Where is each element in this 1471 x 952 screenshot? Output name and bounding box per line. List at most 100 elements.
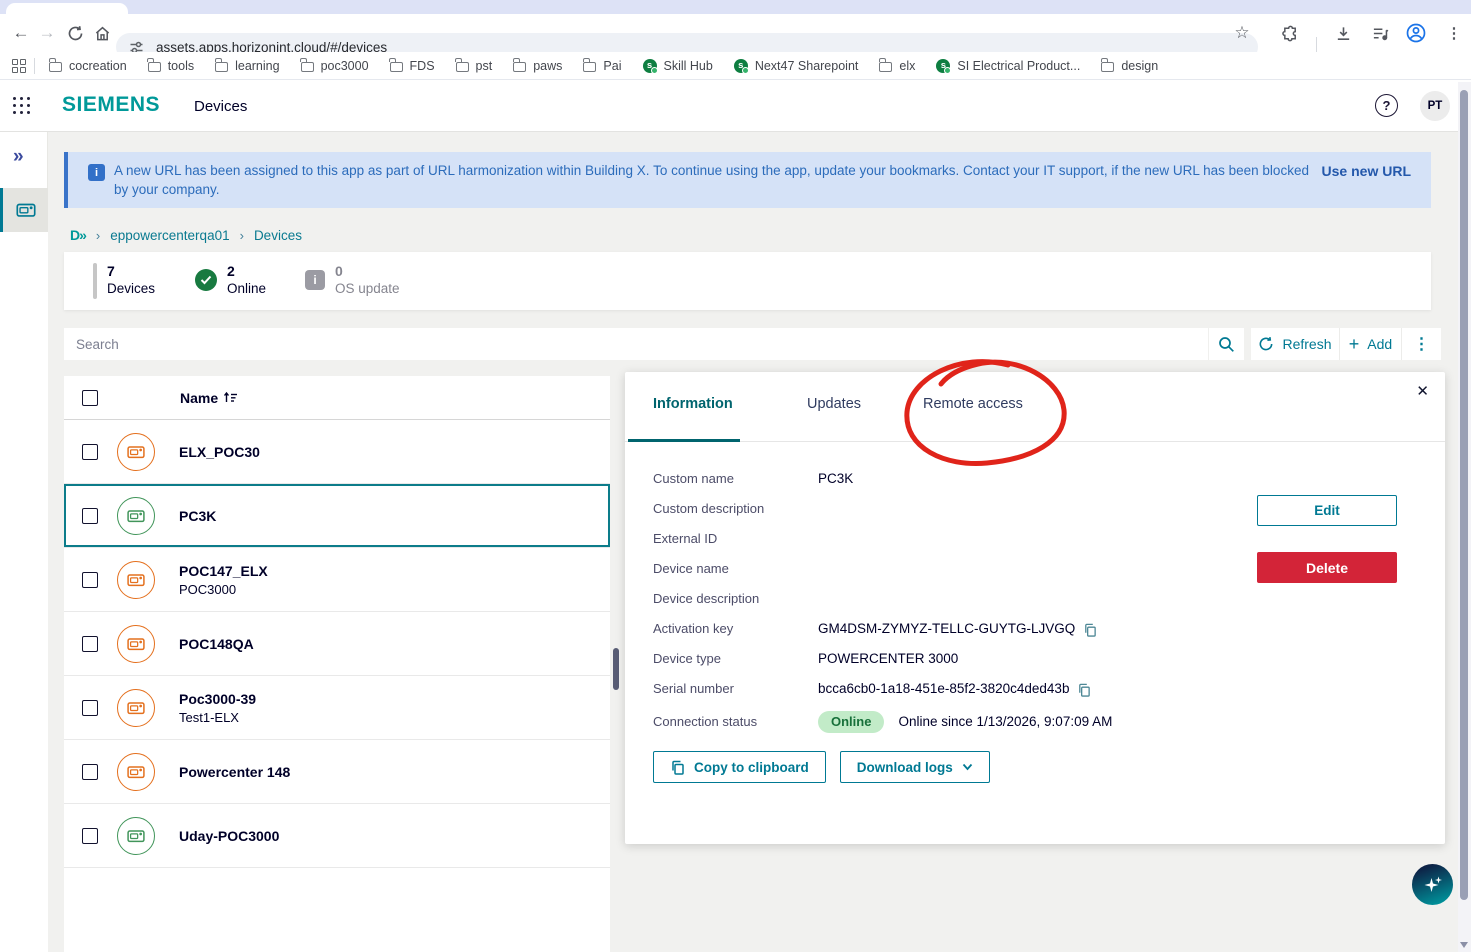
more-options-icon[interactable]: ⋮	[1401, 328, 1441, 360]
bookmark-item[interactable]: pst	[456, 59, 493, 73]
tab-remote-access[interactable]: Remote access	[923, 396, 1023, 412]
row-checkbox[interactable]	[82, 636, 98, 652]
bookmark-label: Next47 Sharepoint	[755, 59, 859, 73]
bookmark-item[interactable]: paws	[513, 59, 562, 73]
bookmark-item[interactable]: design	[1101, 59, 1158, 73]
bookmark-label: elx	[899, 59, 915, 73]
stat-os-update: i 0 OS update	[305, 263, 400, 298]
bookmark-item[interactable]: sSkill Hub	[643, 59, 713, 73]
stat-bar-icon	[93, 263, 97, 299]
bookmark-item[interactable]: elx	[879, 59, 915, 73]
device-row[interactable]: POC147_ELX POC3000	[64, 548, 610, 612]
field-label: Custom name	[653, 464, 818, 494]
forward-icon[interactable]: →	[34, 14, 60, 52]
tab-updates[interactable]: Updates	[807, 396, 861, 412]
tab-list-icon[interactable]	[1366, 14, 1394, 52]
row-checkbox[interactable]	[82, 828, 98, 844]
close-icon[interactable]: ✕	[1416, 382, 1429, 400]
reload-icon[interactable]	[62, 14, 88, 52]
scrollbar-down-arrow[interactable]	[1460, 942, 1468, 948]
bookmarks-bar: cocreation tools learning poc3000 FDS ps…	[0, 52, 1471, 80]
info-square-icon: i	[305, 270, 325, 290]
breadcrumb-root-icon[interactable]: D»	[70, 227, 86, 243]
device-row[interactable]: Powercenter 148	[64, 740, 610, 804]
bookmark-item[interactable]: sNext47 Sharepoint	[734, 59, 859, 73]
copy-to-clipboard-button[interactable]: Copy to clipboard	[653, 751, 826, 783]
panel-actions: Copy to clipboard Download logs	[653, 751, 990, 783]
tab-information[interactable]: Information	[653, 396, 733, 412]
bookmark-item[interactable]: learning	[215, 59, 279, 73]
use-new-url-link[interactable]: Use new URL	[1322, 163, 1411, 179]
device-status-icon	[117, 561, 155, 599]
stat-value: 0	[335, 263, 400, 280]
field-label: Device description	[653, 584, 818, 614]
sort-ascending-icon[interactable]	[223, 391, 238, 404]
bookmark-item[interactable]: poc3000	[301, 59, 369, 73]
select-all-checkbox[interactable]	[82, 390, 98, 406]
device-status-icon	[117, 625, 155, 663]
search-icon[interactable]	[1208, 328, 1244, 360]
help-icon[interactable]: ?	[1375, 94, 1398, 117]
assistant-fab[interactable]	[1412, 864, 1453, 905]
sharepoint-icon: s	[643, 59, 657, 73]
app-launcher-icon[interactable]	[13, 97, 35, 115]
apps-grid-icon[interactable]	[12, 59, 26, 73]
folder-icon	[1101, 62, 1114, 72]
page-scrollbar[interactable]	[1458, 82, 1471, 952]
row-checkbox[interactable]	[82, 764, 98, 780]
folder-icon	[583, 62, 596, 72]
sidebar-item-devices[interactable]	[0, 188, 48, 232]
bookmark-item[interactable]: FDS	[390, 59, 435, 73]
scrollbar-thumb[interactable]	[1460, 90, 1468, 900]
device-name: Powercenter 148	[179, 764, 290, 780]
browser-active-tab[interactable]	[6, 3, 128, 14]
device-row-selected[interactable]: PC3K	[64, 484, 610, 548]
row-checkbox[interactable]	[82, 444, 98, 460]
row-checkbox[interactable]	[82, 700, 98, 716]
row-checkbox[interactable]	[82, 508, 98, 524]
bookmark-star-icon[interactable]: ☆	[1228, 14, 1256, 52]
back-icon[interactable]: ←	[8, 14, 34, 52]
profile-icon[interactable]	[1401, 14, 1431, 52]
bookmark-item[interactable]: sSI Electrical Product...	[936, 59, 1080, 73]
list-scrollbar-thumb[interactable]	[613, 648, 619, 690]
device-name: PC3K	[179, 508, 216, 524]
extensions-icon[interactable]	[1276, 14, 1304, 52]
browser-menu-icon[interactable]: ⋮	[1440, 14, 1468, 52]
bookmark-label: poc3000	[321, 59, 369, 73]
download-logs-button[interactable]: Download logs	[840, 751, 990, 783]
bookmark-item[interactable]: Pai	[583, 59, 621, 73]
field-row: Device name	[653, 554, 1215, 584]
sidebar-expand-icon[interactable]: »	[13, 146, 24, 168]
device-row[interactable]: ELX_POC30	[64, 420, 610, 484]
search-input[interactable]	[64, 337, 1208, 352]
refresh-button[interactable]: Refresh	[1251, 328, 1339, 360]
add-button[interactable]: + Add	[1339, 328, 1401, 360]
device-row[interactable]: POC148QA	[64, 612, 610, 676]
bookmark-item[interactable]: cocreation	[49, 59, 127, 73]
device-status-icon	[117, 753, 155, 791]
home-icon[interactable]	[89, 14, 115, 52]
copy-icon	[670, 760, 685, 775]
avatar[interactable]: PT	[1420, 91, 1450, 121]
row-checkbox[interactable]	[82, 572, 98, 588]
copy-icon[interactable]	[1077, 683, 1091, 697]
field-row: External ID	[653, 524, 1215, 554]
copy-icon[interactable]	[1083, 623, 1097, 637]
folder-icon	[301, 62, 314, 72]
breadcrumb-site[interactable]: eppowercenterqa01	[110, 228, 229, 243]
device-row[interactable]: Poc3000-39 Test1-ELX	[64, 676, 610, 740]
bookmark-label: Pai	[603, 59, 621, 73]
delete-button[interactable]: Delete	[1257, 552, 1397, 583]
stat-online: 2 Online	[195, 263, 266, 298]
downloads-icon[interactable]	[1329, 14, 1357, 52]
bookmark-item[interactable]: tools	[148, 59, 194, 73]
edit-button[interactable]: Edit	[1257, 495, 1397, 526]
device-status-icon	[117, 433, 155, 471]
info-banner: i A new URL has been assigned to this ap…	[64, 152, 1431, 208]
column-header-name[interactable]: Name	[180, 390, 218, 406]
stats-card: 7 Devices 2 Online i 0 OS update	[64, 252, 1431, 310]
main-content: i A new URL has been assigned to this ap…	[48, 132, 1471, 952]
bookmark-label: FDS	[410, 59, 435, 73]
device-row[interactable]: Uday-POC3000	[64, 804, 610, 868]
